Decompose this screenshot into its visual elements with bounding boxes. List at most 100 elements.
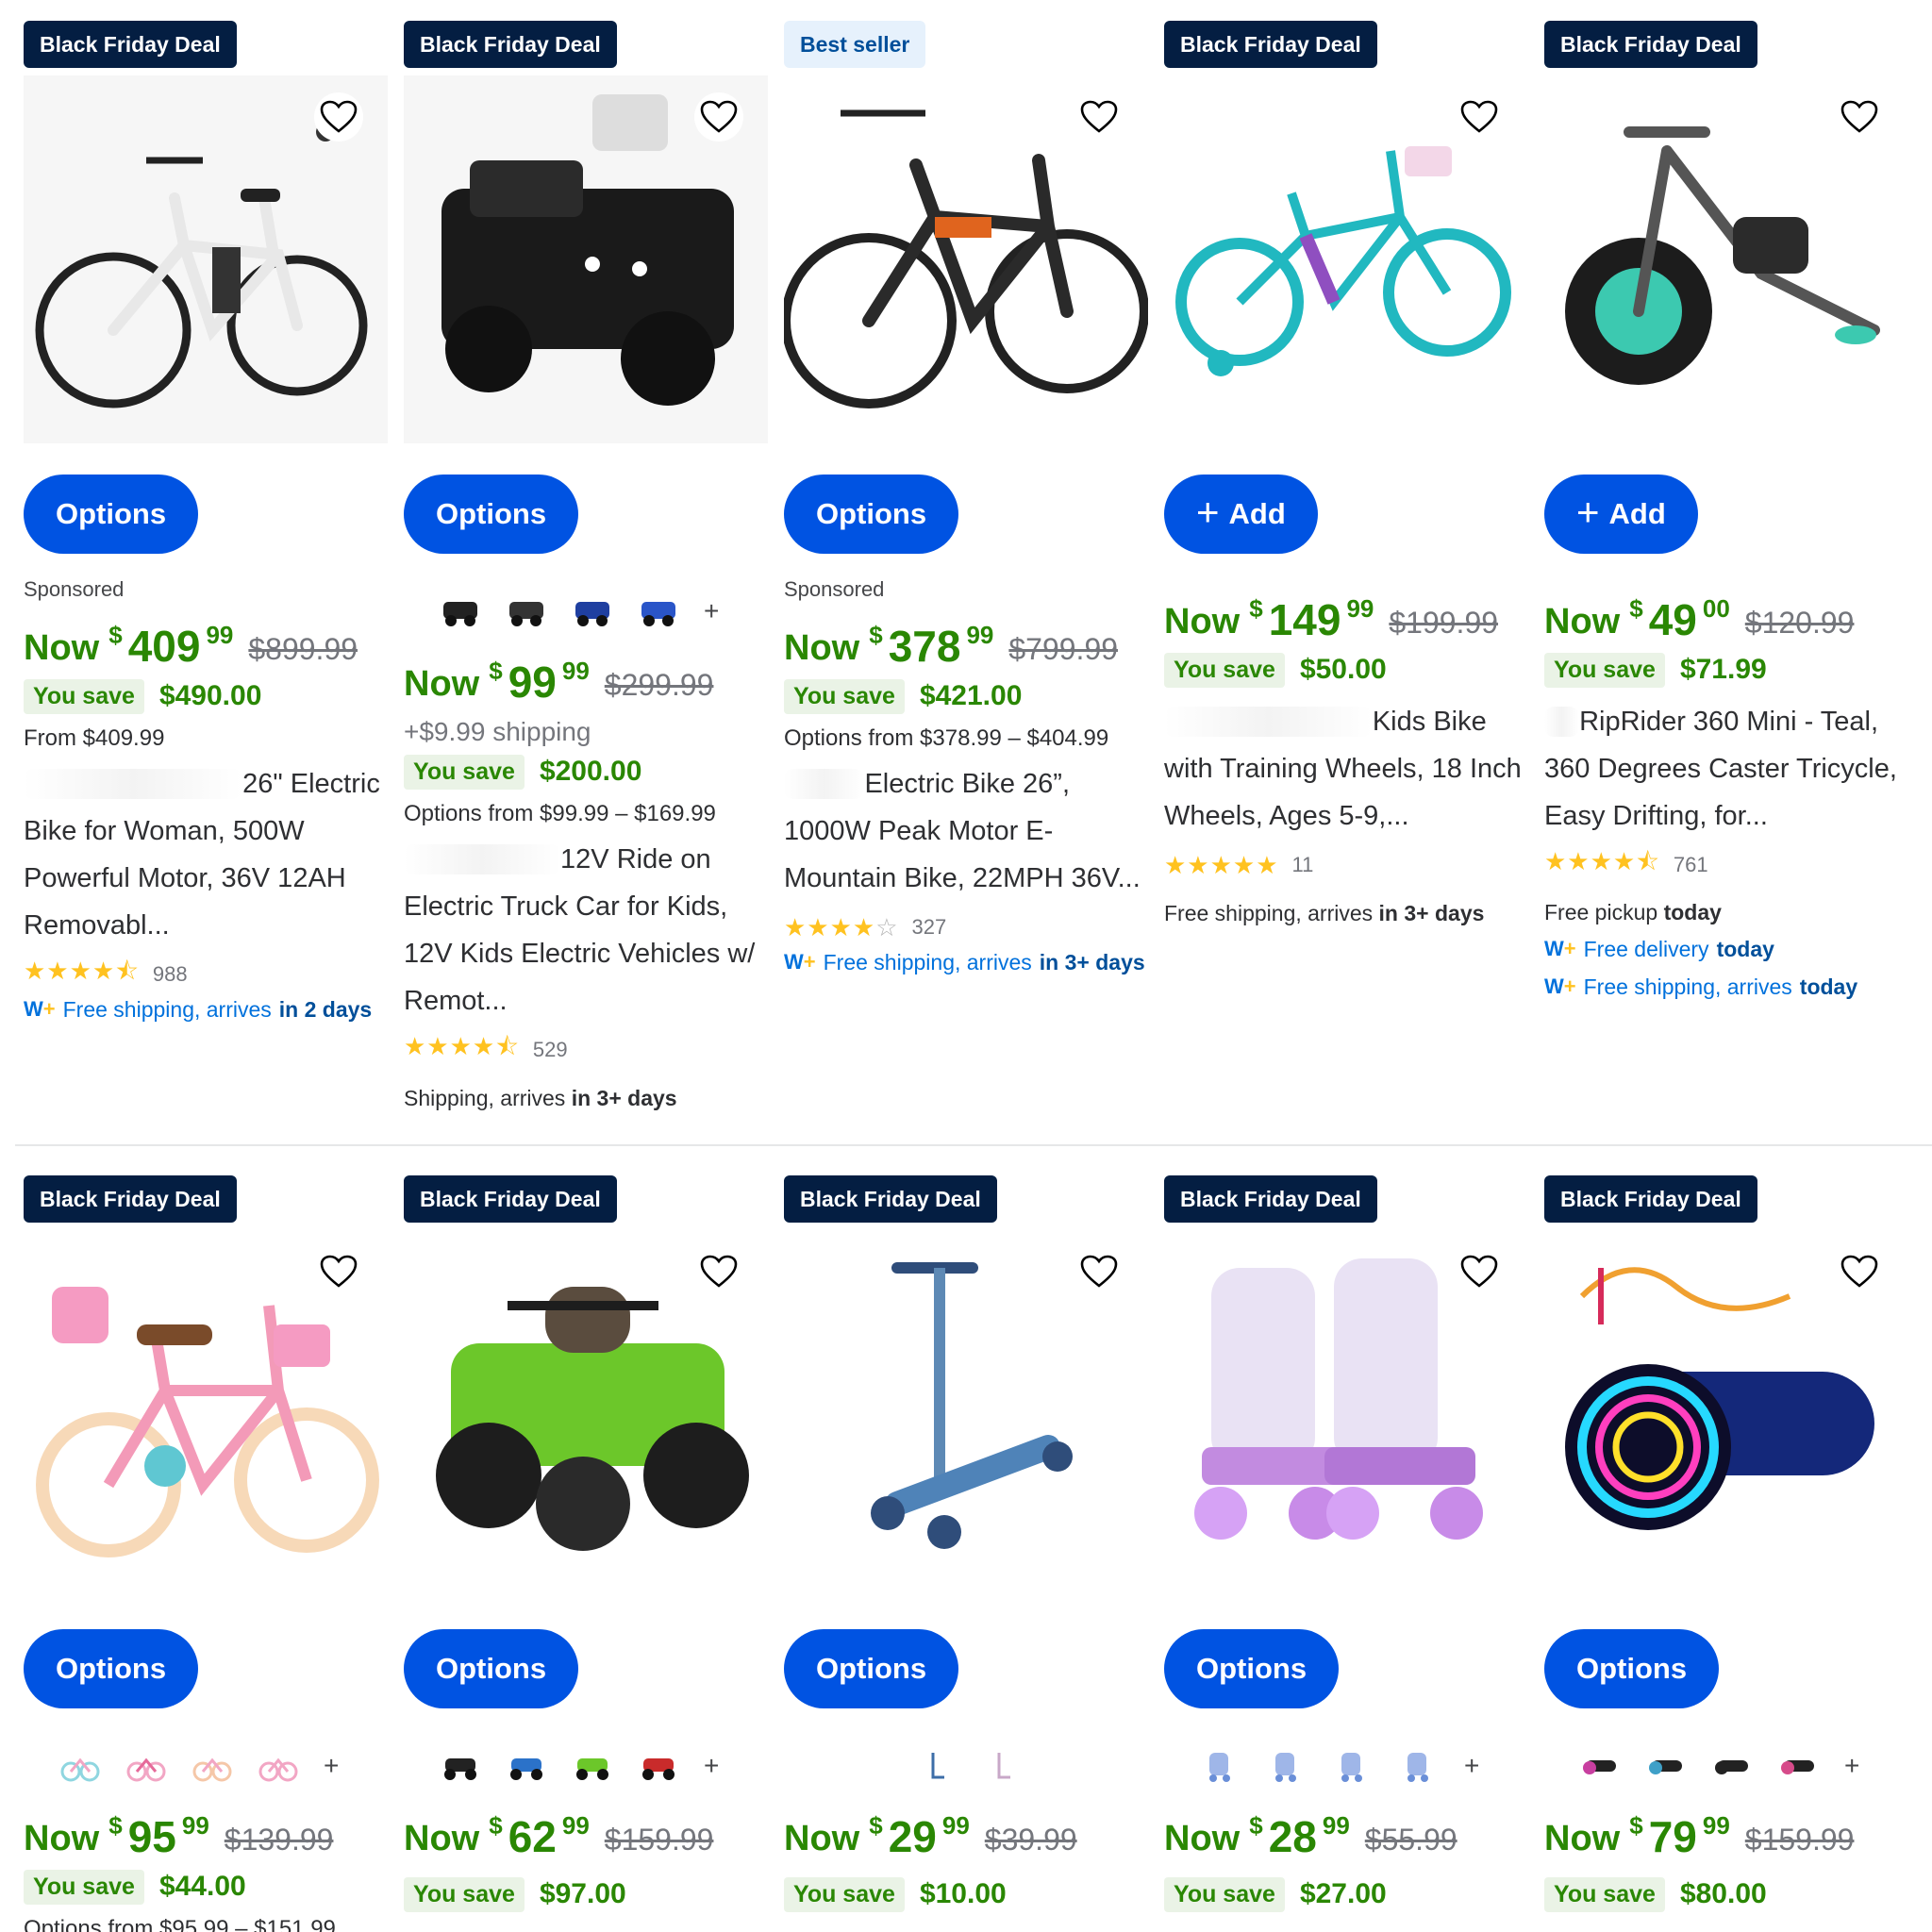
- savings: You save $27.00: [1164, 1874, 1526, 1915]
- product-card[interactable]: Black Friday Deal Options Sponsored Now $…: [16, 0, 388, 1144]
- pink-bike-swatch-4[interactable]: [258, 1748, 299, 1784]
- favorite-heart-icon[interactable]: [694, 92, 743, 142]
- more-swatches-icon[interactable]: +: [704, 596, 719, 626]
- product-title[interactable]: Brand name text Kids Bike with Training …: [1164, 698, 1526, 840]
- variant-swatches: +: [1200, 1740, 1526, 1792]
- skate-swatch-4[interactable]: [1398, 1748, 1440, 1784]
- star-rating-icon: ★★★★⯪: [404, 1032, 520, 1060]
- pink-bike-swatch-3[interactable]: [192, 1748, 233, 1784]
- variant-swatches: +: [440, 1740, 766, 1792]
- review-count: 761: [1673, 853, 1708, 876]
- star-rating-icon: ★★★★★: [1164, 850, 1279, 879]
- options-button[interactable]: Options: [24, 475, 199, 554]
- review-count: 327: [911, 915, 947, 939]
- was-price: $55.99: [1364, 1823, 1457, 1857]
- deal-badge: Black Friday Deal: [1164, 1175, 1377, 1223]
- options-button[interactable]: Options: [1544, 1629, 1720, 1708]
- product-card[interactable]: Black Friday Deal + Add Now $149 99 $199.99 …: [1157, 0, 1528, 1144]
- skate-swatch[interactable]: [1200, 1748, 1241, 1784]
- best-seller-badge: Best seller: [784, 21, 926, 68]
- pink-bike-swatch[interactable]: [59, 1748, 101, 1784]
- product-title[interactable]: Brand name 12V Ride on Electric Truck Ca…: [404, 836, 766, 1024]
- more-swatches-icon[interactable]: +: [1844, 1751, 1859, 1781]
- savings: You save $200.00: [404, 751, 766, 792]
- product-card[interactable]: Black Friday Deal Options Now $29 99 $39.99: [776, 1155, 1148, 1932]
- was-price: $139.99: [224, 1823, 334, 1857]
- hoverboard-swatch-2[interactable]: [1646, 1748, 1688, 1784]
- options-button[interactable]: Options: [784, 475, 959, 554]
- current-price: Now $378 99 $799.99: [784, 621, 1119, 671]
- hoverboard-swatch-3[interactable]: [1712, 1748, 1754, 1784]
- product-card[interactable]: Black Friday Deal + Add Now $49 00 $120.99 Y…: [1537, 0, 1908, 1144]
- was-price: $120.99: [1744, 606, 1855, 640]
- options-button[interactable]: Options: [784, 1629, 959, 1708]
- favorite-heart-icon[interactable]: [314, 92, 363, 142]
- product-card[interactable]: Black Friday Deal Options +: [1537, 1155, 1908, 1932]
- current-price: Now $409 99 $899.99: [24, 621, 358, 671]
- favorite-heart-icon[interactable]: [1835, 1247, 1884, 1296]
- skate-swatch-2[interactable]: [1266, 1748, 1307, 1784]
- product-card[interactable]: Black Friday Deal Options +: [396, 1155, 768, 1932]
- more-swatches-icon[interactable]: +: [324, 1751, 339, 1781]
- savings: You save $421.00: [784, 675, 1146, 717]
- star-rating-icon: ★★★★⯪: [24, 957, 140, 985]
- pink-bike-swatch-2[interactable]: [125, 1748, 167, 1784]
- hoverboard-swatch[interactable]: [1580, 1748, 1622, 1784]
- favorite-heart-icon[interactable]: [1835, 92, 1884, 142]
- add-button[interactable]: + Add: [1164, 475, 1318, 554]
- product-info: Now$14999$199.99 You save$50.00 Brand na…: [1164, 577, 1526, 932]
- options-button[interactable]: Options: [404, 1629, 579, 1708]
- product-info: + Now $79 99 $159.99 You save $80.00: [1544, 1732, 1907, 1915]
- product-row-2: Black Friday Deal Options + Now $ 95 99 …: [0, 1155, 1932, 1932]
- blue-ride-on-car-swatch[interactable]: [572, 593, 613, 629]
- favorite-heart-icon[interactable]: [1455, 1247, 1504, 1296]
- product-title[interactable]: Brand Electric Bike 26”, 1000W Peak Moto…: [784, 760, 1146, 902]
- options-button[interactable]: Options: [24, 1629, 199, 1708]
- blue-ride-on-car-swatch-2[interactable]: [638, 593, 679, 629]
- rating: ★★★★★ 11: [1164, 849, 1526, 881]
- was-price: $39.99: [984, 1823, 1077, 1857]
- sponsored-label: Sponsored: [784, 577, 885, 601]
- favorite-heart-icon[interactable]: [1074, 92, 1124, 142]
- favorite-heart-icon[interactable]: [314, 1247, 363, 1296]
- hoverboard-swatch-4[interactable]: [1778, 1748, 1820, 1784]
- green-atv-swatch[interactable]: [572, 1748, 613, 1784]
- current-price: Now $62 99 $159.99: [404, 1811, 714, 1861]
- was-price: $799.99: [1008, 632, 1119, 666]
- product-card[interactable]: Black Friday Deal Options +: [396, 0, 768, 1144]
- deal-badge: Black Friday Deal: [404, 21, 617, 68]
- product-title[interactable]: Br RipRider 360 Mini - Teal, 360 Degrees…: [1544, 698, 1907, 840]
- savings: You save $97.00: [404, 1874, 766, 1915]
- walmart-plus-icon: W+: [784, 950, 816, 974]
- favorite-heart-icon[interactable]: [1455, 92, 1504, 142]
- black-ride-on-car-swatch-2[interactable]: [506, 593, 547, 629]
- review-count: 11: [1291, 853, 1314, 876]
- more-swatches-icon[interactable]: +: [1464, 1751, 1479, 1781]
- price-range: Options from $99.99 – $169.99: [404, 801, 716, 826]
- product-info: + Now $99 99 $299.99 +$9.99 shipping You sa…: [404, 577, 766, 1117]
- black-ride-on-car-swatch[interactable]: [440, 593, 481, 629]
- product-card[interactable]: Best seller Options Sponsored Now $378 99 $…: [776, 0, 1148, 1144]
- skate-swatch-3[interactable]: [1332, 1748, 1374, 1784]
- add-button[interactable]: + Add: [1544, 475, 1698, 554]
- walmart-plus-shipping: W+ Free shipping, arrives in 3+ days: [784, 943, 1146, 981]
- walmart-plus-icon: W+: [1544, 974, 1576, 998]
- black-atv-swatch[interactable]: [440, 1748, 481, 1784]
- deal-badge: Black Friday Deal: [24, 1175, 237, 1223]
- options-button[interactable]: Options: [404, 475, 579, 554]
- pink-scooter-swatch[interactable]: [982, 1748, 1024, 1784]
- product-card[interactable]: Black Friday Deal Options +: [16, 1155, 388, 1932]
- walmart-plus-icon: W+: [1544, 937, 1576, 960]
- savings: You save $80.00: [1544, 1874, 1907, 1915]
- rating: ★★★★⯪ 988: [24, 957, 386, 991]
- product-card[interactable]: Black Friday Deal Options +: [1157, 1155, 1528, 1932]
- red-atv-swatch[interactable]: [638, 1748, 679, 1784]
- favorite-heart-icon[interactable]: [694, 1247, 743, 1296]
- more-swatches-icon[interactable]: +: [704, 1751, 719, 1781]
- sponsored-label: Sponsored: [24, 577, 125, 601]
- favorite-heart-icon[interactable]: [1074, 1247, 1124, 1296]
- product-title[interactable]: Brand name here 26" Electric Bike for Wo…: [24, 760, 386, 949]
- options-button[interactable]: Options: [1164, 1629, 1340, 1708]
- blue-atv-swatch[interactable]: [506, 1748, 547, 1784]
- blue-scooter-swatch[interactable]: [916, 1748, 958, 1784]
